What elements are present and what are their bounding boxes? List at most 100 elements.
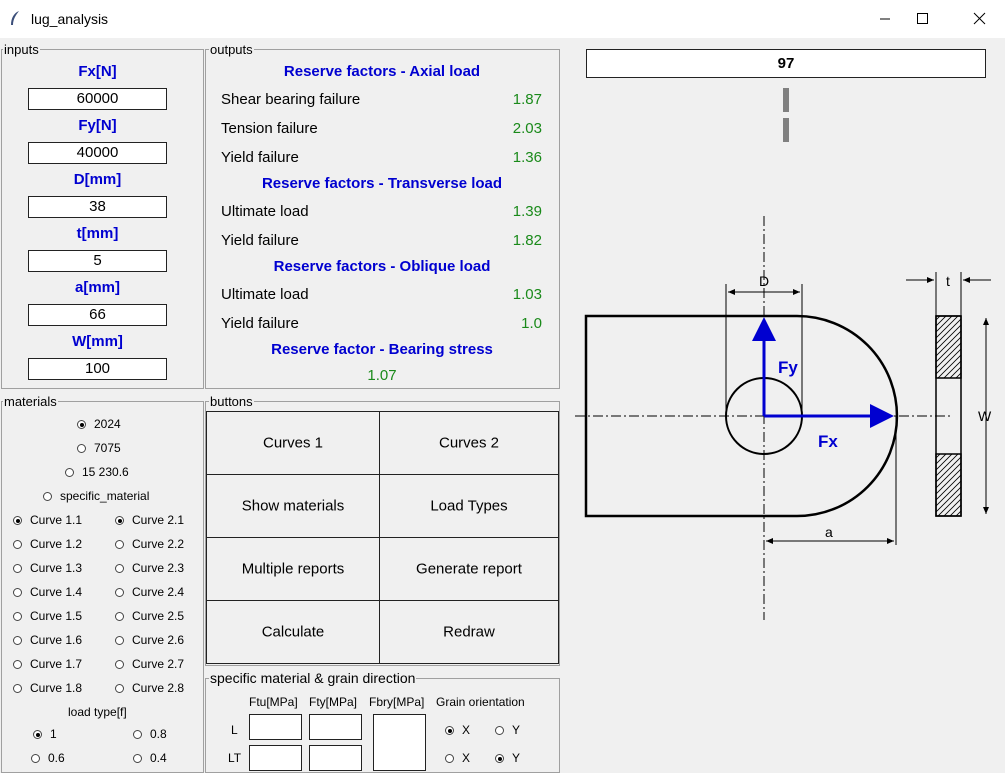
grain-option-label: Y bbox=[512, 751, 521, 765]
material-option-label: 7075 bbox=[94, 441, 121, 455]
lug-drawing: D a Fy Fx t W bbox=[575, 216, 992, 620]
grain-lt-y-radio[interactable]: Y bbox=[495, 751, 520, 765]
curve-radio-curve-1.3[interactable]: Curve 1.3 bbox=[13, 561, 82, 575]
radio-dot bbox=[13, 564, 22, 573]
transverse-ultimate-label: Ultimate load bbox=[221, 203, 309, 220]
radio-dot bbox=[115, 564, 124, 573]
oblique-yield-value: 1.0 bbox=[521, 315, 542, 332]
button-label: Calculate bbox=[261, 623, 325, 641]
radio-dot bbox=[13, 516, 22, 525]
grain-l-y-radio[interactable]: Y bbox=[495, 723, 520, 737]
curve-label: Curve 1.4 bbox=[30, 585, 83, 599]
d-input[interactable]: 38 bbox=[28, 196, 167, 218]
curve-radio-curve-2.4[interactable]: Curve 2.4 bbox=[115, 585, 184, 599]
curve-radio-curve-2.7[interactable]: Curve 2.7 bbox=[115, 657, 184, 671]
curve-radio-curve-1.2[interactable]: Curve 1.2 bbox=[13, 537, 82, 551]
curve-label: Curve 2.4 bbox=[132, 585, 185, 599]
w-input[interactable]: 100 bbox=[28, 358, 167, 380]
axial-yield-label: Yield failure bbox=[221, 149, 299, 166]
radio-dot bbox=[495, 726, 504, 735]
curves2-button[interactable]: Curves 2 bbox=[379, 411, 559, 475]
generate-report-button[interactable]: Generate report bbox=[379, 537, 559, 601]
specific-material-frame-label: specific material & grain direction bbox=[209, 670, 417, 686]
curve-radio-curve-1.8[interactable]: Curve 1.8 bbox=[13, 681, 82, 695]
maximize-button[interactable] bbox=[898, 0, 948, 38]
fx-label: Fx[N] bbox=[78, 63, 117, 80]
grain-l-x-radio[interactable]: X bbox=[445, 723, 470, 737]
axial-shear-bearing-value: 1.87 bbox=[512, 91, 542, 108]
a-input[interactable]: 66 bbox=[28, 304, 167, 326]
ftu-lt-input[interactable] bbox=[249, 745, 302, 771]
curve-radio-curve-2.6[interactable]: Curve 2.6 bbox=[115, 633, 184, 647]
transverse-ultimate-value: 1.39 bbox=[512, 203, 542, 220]
close-button[interactable] bbox=[955, 0, 1005, 38]
multiple-reports-button[interactable]: Multiple reports bbox=[206, 537, 380, 601]
curve-radio-curve-2.8[interactable]: Curve 2.8 bbox=[115, 681, 184, 695]
transverse-header: Reserve factors - Transverse load bbox=[261, 175, 503, 192]
radio-dot bbox=[13, 588, 22, 597]
radio-dot bbox=[115, 588, 124, 597]
material-radio-specific[interactable]: specific_material bbox=[43, 489, 149, 503]
button-label: Curves 2 bbox=[438, 434, 500, 452]
load-type-radio-0.4[interactable]: 0.4 bbox=[133, 751, 167, 765]
curve-radio-curve-1.7[interactable]: Curve 1.7 bbox=[13, 657, 82, 671]
curve-radio-curve-2.5[interactable]: Curve 2.5 bbox=[115, 609, 184, 623]
curve-radio-curve-2.3[interactable]: Curve 2.3 bbox=[115, 561, 184, 575]
load-type-option-label: 0.4 bbox=[150, 751, 167, 765]
radio-dot bbox=[495, 754, 504, 763]
curves1-button[interactable]: Curves 1 bbox=[206, 411, 380, 475]
load-type-radio-1[interactable]: 1 bbox=[33, 727, 57, 741]
fx-input[interactable]: 60000 bbox=[28, 88, 167, 110]
curve-radio-curve-1.4[interactable]: Curve 1.4 bbox=[13, 585, 82, 599]
material-radio-7075[interactable]: 7075 bbox=[77, 441, 121, 455]
load-type-radio-0.6[interactable]: 0.6 bbox=[31, 751, 65, 765]
show-materials-button[interactable]: Show materials bbox=[206, 474, 380, 538]
oblique-yield-label: Yield failure bbox=[221, 315, 299, 332]
radio-dot bbox=[13, 540, 22, 549]
curve-radio-curve-2.1[interactable]: Curve 2.1 bbox=[115, 513, 184, 527]
material-option-label: 15 230.6 bbox=[82, 465, 129, 479]
t-input[interactable]: 5 bbox=[28, 250, 167, 272]
t-label: t[mm] bbox=[76, 225, 119, 242]
feather-icon bbox=[11, 11, 19, 25]
fty-l-input[interactable] bbox=[309, 714, 362, 740]
calculate-button[interactable]: Calculate bbox=[206, 600, 380, 664]
curve-label: Curve 1.2 bbox=[30, 537, 83, 551]
curve-radio-curve-1.1[interactable]: Curve 1.1 bbox=[13, 513, 82, 527]
fbry-input[interactable] bbox=[373, 714, 426, 771]
radio-dot bbox=[65, 468, 74, 477]
load-type-radio-0.8[interactable]: 0.8 bbox=[133, 727, 167, 741]
radio-dot bbox=[13, 660, 22, 669]
maximize-icon bbox=[917, 13, 928, 24]
grain-lt-x-radio[interactable]: X bbox=[445, 751, 470, 765]
redraw-button[interactable]: Redraw bbox=[379, 600, 559, 664]
load-types-button[interactable]: Load Types bbox=[379, 474, 559, 538]
d-label: D bbox=[759, 273, 769, 289]
radio-dot bbox=[13, 636, 22, 645]
material-radio-2024[interactable]: 2024 bbox=[77, 417, 121, 431]
fy-input[interactable]: 40000 bbox=[28, 142, 167, 164]
curve-radio-curve-1.6[interactable]: Curve 1.6 bbox=[13, 633, 82, 647]
curve-label: Curve 2.1 bbox=[132, 513, 185, 527]
button-label: Load Types bbox=[430, 497, 508, 515]
w-label: W[mm] bbox=[72, 333, 123, 350]
material-radio-15230[interactable]: 15 230.6 bbox=[65, 465, 129, 479]
grain-orientation-header: Grain orientation bbox=[436, 695, 525, 709]
fty-lt-input[interactable] bbox=[309, 745, 362, 771]
radio-dot bbox=[33, 730, 42, 739]
curve-label: Curve 1.6 bbox=[30, 633, 83, 647]
material-option-label: specific_material bbox=[60, 489, 150, 503]
radio-dot bbox=[13, 684, 22, 693]
bearing-header: Reserve factor - Bearing stress bbox=[271, 341, 493, 358]
radio-dot bbox=[133, 754, 142, 763]
curve-radio-curve-2.2[interactable]: Curve 2.2 bbox=[115, 537, 184, 551]
progress-marker-bottom bbox=[783, 118, 789, 142]
radio-dot bbox=[31, 754, 40, 763]
a-label: a bbox=[825, 524, 833, 540]
materials-frame-label: materials bbox=[3, 394, 58, 409]
axial-header: Reserve factors - Axial load bbox=[283, 63, 481, 80]
curve-radio-curve-1.5[interactable]: Curve 1.5 bbox=[13, 609, 82, 623]
transverse-yield-label: Yield failure bbox=[221, 232, 299, 249]
ftu-l-input[interactable] bbox=[249, 714, 302, 740]
w-label: W bbox=[978, 408, 992, 424]
